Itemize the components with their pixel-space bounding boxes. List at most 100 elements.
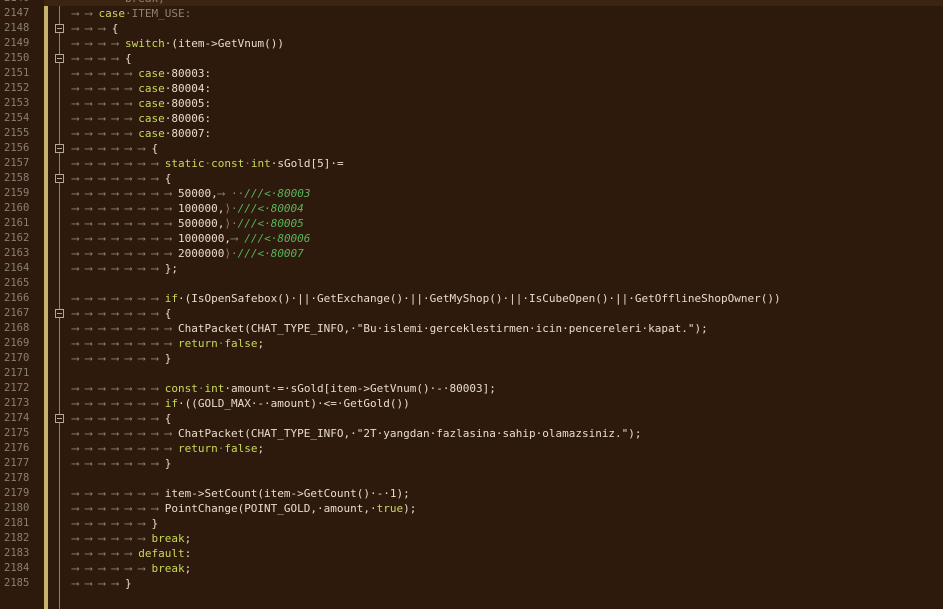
line-number: 2151 bbox=[0, 66, 44, 81]
code-line[interactable]: 2159 ⟶ ⟶ ⟶ ⟶ ⟶ ⟶ ⟶ ⟶ 50000,⟶ ··///<·80003 bbox=[0, 186, 943, 201]
whitespace-marker: ⟶ ⟶ ⟶ ⟶ ⟶ bbox=[72, 127, 139, 140]
line-number: 2181 bbox=[0, 516, 44, 531]
code-line[interactable]: 2166 ⟶ ⟶ ⟶ ⟶ ⟶ ⟶ ⟶ if·(IsOpenSafebox()·||… bbox=[0, 291, 943, 306]
code-line[interactable]: 2175 ⟶ ⟶ ⟶ ⟶ ⟶ ⟶ ⟶ ⟶ ChatPacket(CHAT_TYPE… bbox=[0, 426, 943, 441]
code-text: ⟶ ⟶ ⟶ ⟶ ⟶ case·80005: bbox=[72, 96, 211, 111]
code-line[interactable]: 2183 ⟶ ⟶ ⟶ ⟶ ⟶ default: bbox=[0, 546, 943, 561]
code-token: ); bbox=[403, 502, 417, 515]
code-line[interactable]: 2164 ⟶ ⟶ ⟶ ⟶ ⟶ ⟶ ⟶ }; bbox=[0, 261, 943, 276]
line-number: 2175 bbox=[0, 426, 44, 441]
code-editor[interactable]: 2146 break;2147⟶ ⟶ case·ITEM_USE:2148⟶ ⟶… bbox=[0, 0, 943, 609]
line-number: 2184 bbox=[0, 561, 44, 576]
code-line[interactable]: 2176 ⟶ ⟶ ⟶ ⟶ ⟶ ⟶ ⟶ ⟶ return·false; bbox=[0, 441, 943, 456]
line-number: 2182 bbox=[0, 531, 44, 546]
code-line[interactable]: 2148 ⟶ ⟶ ⟶ { bbox=[0, 21, 943, 36]
code-text: ⟶ ⟶ ⟶ ⟶ ⟶ ⟶ ⟶ ⟶ 1000000,⟶ ///<·80006 bbox=[72, 231, 310, 246]
code-line[interactable]: 2173 ⟶ ⟶ ⟶ ⟶ ⟶ ⟶ ⟶ if·((GOLD_MAX·-·amount… bbox=[0, 396, 943, 411]
fold-toggle-icon[interactable] bbox=[55, 24, 64, 33]
code-line[interactable]: 2177 ⟶ ⟶ ⟶ ⟶ ⟶ ⟶ ⟶ } bbox=[0, 456, 943, 471]
code-line[interactable]: 2152 ⟶ ⟶ ⟶ ⟶ ⟶ case·80004: bbox=[0, 81, 943, 96]
code-line[interactable]: 2157 ⟶ ⟶ ⟶ ⟶ ⟶ ⟶ ⟶ static·const·int·sGold… bbox=[0, 156, 943, 171]
code-line[interactable]: 2155 ⟶ ⟶ ⟶ ⟶ ⟶ case·80007: bbox=[0, 126, 943, 141]
code-line[interactable]: 2149 ⟶ ⟶ ⟶ ⟶ switch·(item->GetVnum()) bbox=[0, 36, 943, 51]
code-token: } bbox=[124, 577, 132, 590]
code-token: ; bbox=[184, 562, 192, 575]
code-text: ⟶ ⟶ ⟶ ⟶ } bbox=[72, 576, 132, 591]
code-line[interactable]: 2181 ⟶ ⟶ ⟶ ⟶ ⟶ ⟶ } bbox=[0, 516, 943, 531]
whitespace-marker: ⟶ ⟶ ⟶ ⟶ ⟶ ⟶ ⟶ bbox=[72, 352, 165, 365]
code-line[interactable]: 2154 ⟶ ⟶ ⟶ ⟶ ⟶ case·80006: bbox=[0, 111, 943, 126]
whitespace-marker: ⟶ ⟶ ⟶ ⟶ ⟶ ⟶ ⟶ bbox=[72, 172, 165, 185]
code-text: ⟶ ⟶ ⟶ ⟶ ⟶ ⟶ ⟶ ⟶ return·false; bbox=[72, 441, 264, 456]
code-token: { bbox=[124, 52, 132, 65]
whitespace-marker: ⟶ ⟶ ⟶ ⟶ ⟶ ⟶ ⟶ bbox=[72, 382, 165, 395]
line-number: 2165 bbox=[0, 276, 44, 291]
code-line[interactable]: 2178 bbox=[0, 471, 943, 486]
fold-toggle-icon[interactable] bbox=[55, 309, 64, 318]
keyword-token: const bbox=[211, 157, 245, 170]
code-line[interactable]: 2174 ⟶ ⟶ ⟶ ⟶ ⟶ ⟶ ⟶ { bbox=[0, 411, 943, 426]
line-number: 2154 bbox=[0, 111, 44, 126]
code-line[interactable]: 2151 ⟶ ⟶ ⟶ ⟶ ⟶ case·80003: bbox=[0, 66, 943, 81]
code-text: ⟶ ⟶ ⟶ ⟶ ⟶ ⟶ break; bbox=[72, 531, 191, 546]
keyword-token: case bbox=[138, 97, 165, 110]
code-line[interactable]: 2179 ⟶ ⟶ ⟶ ⟶ ⟶ ⟶ ⟶ item->SetCount(item->G… bbox=[0, 486, 943, 501]
line-number: 2159 bbox=[0, 186, 44, 201]
code-text: ⟶ ⟶ ⟶ ⟶ ⟶ ⟶ ⟶ } bbox=[72, 351, 171, 366]
code-token: : bbox=[184, 547, 192, 560]
keyword-token: case bbox=[138, 82, 165, 95]
keyword-token: return bbox=[177, 442, 218, 455]
code-text: ⟶ ⟶ ⟶ ⟶ ⟶ ⟶ ⟶ ⟶ ChatPacket(CHAT_TYPE_INF… bbox=[72, 321, 708, 336]
fold-toggle-icon[interactable] bbox=[55, 174, 64, 183]
code-line[interactable]: 2156 ⟶ ⟶ ⟶ ⟶ ⟶ ⟶ { bbox=[0, 141, 943, 156]
code-line[interactable]: 2158 ⟶ ⟶ ⟶ ⟶ ⟶ ⟶ ⟶ { bbox=[0, 171, 943, 186]
line-number: 2149 bbox=[0, 36, 44, 51]
whitespace-marker: ⟶ ·· bbox=[217, 187, 245, 200]
code-line[interactable]: 2150 ⟶ ⟶ ⟶ ⟶ { bbox=[0, 51, 943, 66]
whitespace-marker: ⟶ ⟶ ⟶ ⟶ ⟶ ⟶ ⟶ ⟶ bbox=[72, 442, 178, 455]
code-line[interactable]: 2162 ⟶ ⟶ ⟶ ⟶ ⟶ ⟶ ⟶ ⟶ 1000000,⟶ ///<·80006 bbox=[0, 231, 943, 246]
code-token: } bbox=[151, 517, 159, 530]
fold-toggle-icon[interactable] bbox=[55, 414, 64, 423]
line-number: 2176 bbox=[0, 441, 44, 456]
code-line[interactable]: 2168 ⟶ ⟶ ⟶ ⟶ ⟶ ⟶ ⟶ ⟶ ChatPacket(CHAT_TYPE… bbox=[0, 321, 943, 336]
code-token: } bbox=[164, 352, 172, 365]
code-line[interactable]: 2167 ⟶ ⟶ ⟶ ⟶ ⟶ ⟶ ⟶ { bbox=[0, 306, 943, 321]
line-number: 2156 bbox=[0, 141, 44, 156]
line-number: 2168 bbox=[0, 321, 44, 336]
code-line[interactable]: 2169 ⟶ ⟶ ⟶ ⟶ ⟶ ⟶ ⟶ ⟶ return·false; bbox=[0, 336, 943, 351]
code-line[interactable]: 2163 ⟶ ⟶ ⟶ ⟶ ⟶ ⟶ ⟶ ⟶ 2000000⟩·///<·80007 bbox=[0, 246, 943, 261]
code-line[interactable]: 2147 ⟶ ⟶ case·ITEM_USE: bbox=[0, 6, 943, 21]
code-token: ; bbox=[257, 442, 265, 455]
whitespace-marker: ⟶ ⟶ ⟶ ⟶ ⟶ ⟶ ⟶ ⟶ bbox=[72, 322, 178, 335]
code-line[interactable]: 2172 ⟶ ⟶ ⟶ ⟶ ⟶ ⟶ ⟶ const·int·amount·=·sGo… bbox=[0, 381, 943, 396]
code-line[interactable]: 2180 ⟶ ⟶ ⟶ ⟶ ⟶ ⟶ ⟶ PointChange(POINT_GOLD… bbox=[0, 501, 943, 516]
fold-toggle-icon[interactable] bbox=[55, 144, 64, 153]
code-line[interactable]: 2184 ⟶ ⟶ ⟶ ⟶ ⟶ ⟶ break; bbox=[0, 561, 943, 576]
code-line[interactable]: 2165 bbox=[0, 276, 943, 291]
code-line[interactable]: 2170 ⟶ ⟶ ⟶ ⟶ ⟶ ⟶ ⟶ } bbox=[0, 351, 943, 366]
code-line[interactable]: 2160 ⟶ ⟶ ⟶ ⟶ ⟶ ⟶ ⟶ ⟶ 100000,⟩·///<·80004 bbox=[0, 201, 943, 216]
keyword-token: if bbox=[164, 292, 178, 305]
whitespace-marker: ⟶ ⟶ ⟶ ⟶ bbox=[72, 37, 125, 50]
whitespace-marker: ⟶ ⟶ ⟶ ⟶ ⟶ ⟶ bbox=[72, 532, 152, 545]
code-line[interactable]: 2182 ⟶ ⟶ ⟶ ⟶ ⟶ ⟶ break; bbox=[0, 531, 943, 546]
keyword-token: return bbox=[177, 337, 218, 350]
whitespace-marker: ⟶ ⟶ ⟶ ⟶ ⟶ ⟶ ⟶ bbox=[72, 292, 165, 305]
code-line[interactable]: 2171 bbox=[0, 366, 943, 381]
keyword-token: case bbox=[98, 7, 126, 20]
code-line[interactable]: 2153 ⟶ ⟶ ⟶ ⟶ ⟶ case·80005: bbox=[0, 96, 943, 111]
whitespace-marker: ⟶ ⟶ ⟶ ⟶ ⟶ bbox=[72, 112, 139, 125]
whitespace-marker: ⟶ ⟶ ⟶ bbox=[72, 22, 112, 35]
line-number: 2163 bbox=[0, 246, 44, 261]
code-token: ; bbox=[257, 337, 265, 350]
code-line[interactable]: 2185 ⟶ ⟶ ⟶ ⟶ } bbox=[0, 576, 943, 591]
keyword-token: false bbox=[224, 442, 258, 455]
code-token: ·(item->GetVnum()) bbox=[164, 37, 284, 50]
code-line[interactable]: 2161 ⟶ ⟶ ⟶ ⟶ ⟶ ⟶ ⟶ ⟶ 500000,⟩·///<·80005 bbox=[0, 216, 943, 231]
code-text: ⟶ ⟶ ⟶ ⟶ ⟶ default: bbox=[72, 546, 191, 561]
code-token: ·80006: bbox=[164, 112, 212, 125]
keyword-token: int bbox=[250, 157, 271, 170]
keyword-token: case bbox=[138, 67, 165, 80]
fold-toggle-icon[interactable] bbox=[55, 54, 64, 63]
